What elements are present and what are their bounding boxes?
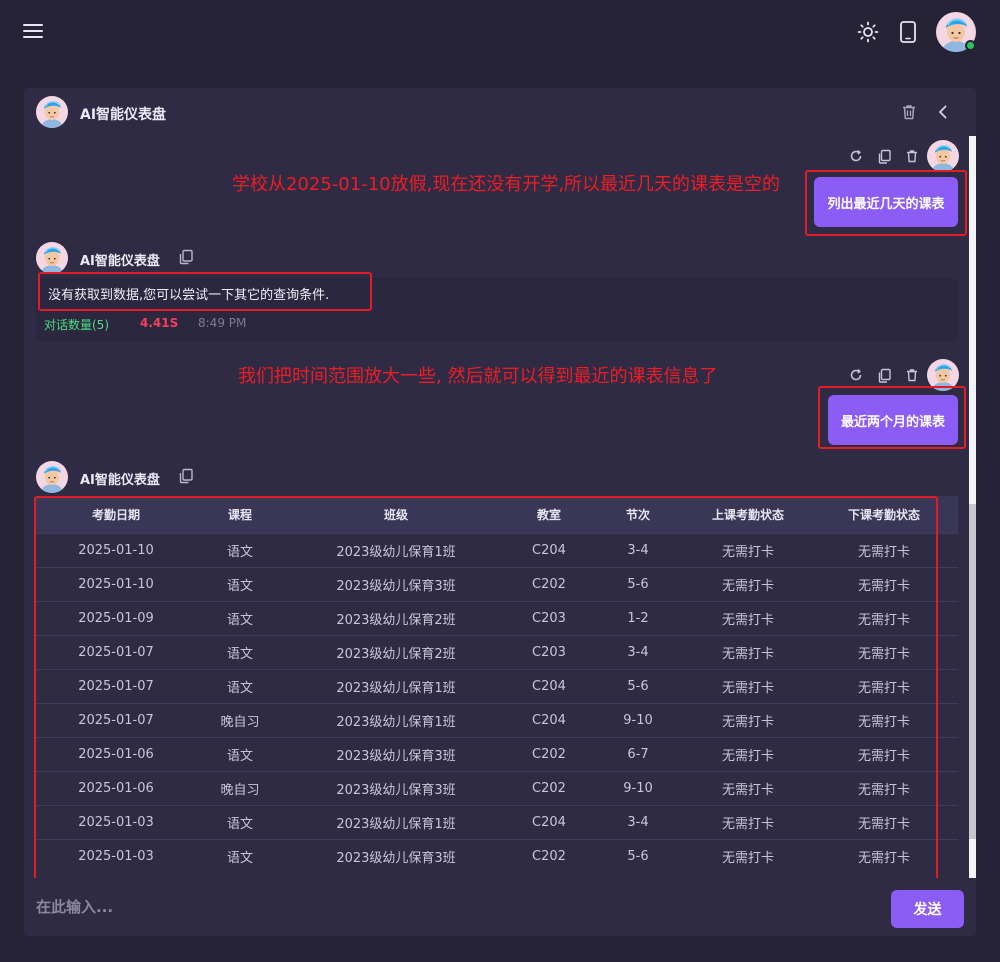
message-actions — [846, 365, 922, 385]
panel-header: AI智能仪表盘 — [24, 88, 976, 136]
chevron-left-icon[interactable] — [934, 103, 952, 121]
trash-icon[interactable] — [902, 365, 922, 385]
message-input[interactable] — [36, 892, 836, 922]
message-time: 8:49 PM — [198, 316, 247, 330]
panel-title: AI智能仪表盘 — [80, 107, 167, 123]
trash-icon[interactable] — [900, 103, 918, 121]
copy-icon[interactable] — [178, 468, 194, 484]
user-avatar-small — [927, 140, 959, 172]
annotation-box-table — [34, 496, 938, 886]
menu-icon[interactable] — [23, 24, 43, 40]
bot-reply-text: 没有获取到数据,您可以尝试一下其它的查询条件. — [48, 288, 330, 303]
bot-avatar — [36, 242, 68, 274]
conversation-count: 对话数量(5) — [44, 318, 109, 332]
message-actions — [846, 146, 922, 166]
top-bar — [0, 0, 1000, 64]
phone-icon[interactable] — [899, 21, 917, 43]
copy-icon[interactable] — [874, 365, 894, 385]
online-status-dot — [965, 40, 976, 51]
annotation-note-2: 我们把时间范围放大一些, 然后就可以得到最近的课表信息了 — [238, 366, 718, 387]
refresh-icon[interactable] — [846, 146, 866, 166]
bot-name: AI智能仪表盘 — [80, 254, 160, 269]
bot-name: AI智能仪表盘 — [80, 473, 160, 488]
bot-avatar — [36, 461, 68, 493]
user-message-bubble: 列出最近几天的课表 — [814, 177, 958, 227]
annotation-note-1: 学校从2025-01-10放假,现在还没有开学,所以最近几天的课表是空的 — [232, 174, 781, 195]
refresh-icon[interactable] — [846, 365, 866, 385]
copy-icon[interactable] — [874, 146, 894, 166]
input-area: 发送 — [24, 878, 976, 936]
copy-icon[interactable] — [178, 249, 194, 265]
response-duration: 4.41S — [140, 316, 179, 330]
chat-panel: AI智能仪表盘 学校从2025-01-10放假,现在还没有开学,所以最近几天的课… — [24, 88, 976, 936]
scrollbar-thumb[interactable] — [969, 504, 976, 839]
sun-icon[interactable] — [857, 21, 879, 43]
send-button[interactable]: 发送 — [891, 890, 964, 928]
bot-avatar — [36, 96, 68, 128]
trash-icon[interactable] — [902, 146, 922, 166]
user-message-bubble: 最近两个月的课表 — [828, 395, 958, 445]
